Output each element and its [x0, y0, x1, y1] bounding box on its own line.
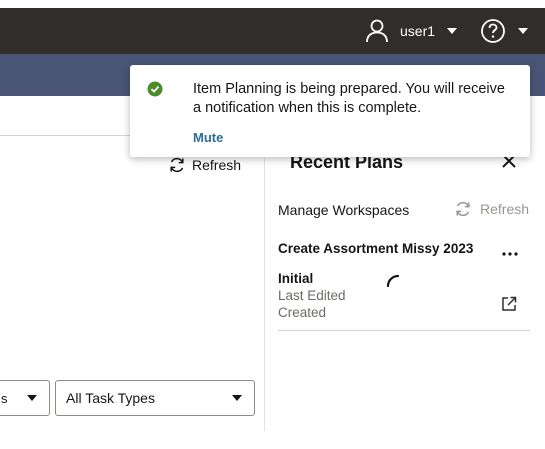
check-circle-icon [147, 81, 163, 97]
notification-toast: Item Planning is being prepared. You wil… [130, 65, 530, 157]
plan-status: Initial [278, 271, 314, 286]
top-bar: user1 [0, 8, 545, 54]
plan-last-edited-label: Last Edited [278, 288, 346, 303]
card-divider [278, 330, 530, 331]
chevron-down-icon [27, 395, 37, 401]
plan-created-label: Created [278, 305, 327, 320]
help-icon [481, 19, 505, 43]
panel-divider [264, 136, 265, 431]
user-name: user1 [400, 23, 436, 39]
chevron-down-icon [447, 28, 458, 34]
loading-spinner-icon [386, 274, 400, 288]
user-menu[interactable]: user1 [364, 16, 458, 46]
manage-workspaces-link[interactable]: Manage Workspaces [278, 202, 409, 218]
more-options-icon[interactable] [500, 246, 520, 260]
chevron-down-icon [232, 395, 242, 401]
refresh-label: Refresh [192, 157, 242, 173]
user-icon [366, 19, 388, 43]
panel-refresh-label: Refresh [480, 201, 530, 217]
chevron-down-icon [518, 28, 528, 34]
notification-message: Item Planning is being prepared. You wil… [193, 81, 505, 116]
mute-button[interactable]: Mute [193, 130, 223, 145]
refresh-icon [170, 157, 184, 173]
refresh-button[interactable]: Refresh [168, 156, 241, 174]
task-type-select[interactable]: All Task Types [55, 380, 255, 416]
panel-refresh-button[interactable]: Refresh [454, 200, 529, 218]
app-frame: user1 Refresh s All Task Types Recent Pl… [0, 0, 545, 449]
filter-select-value: s [1, 391, 8, 406]
plan-title[interactable]: Create Assortment Missy 2023 [278, 241, 473, 256]
refresh-icon [456, 201, 470, 217]
task-type-select-value: All Task Types [66, 390, 155, 406]
help-menu[interactable] [480, 16, 528, 46]
filter-select[interactable]: s [0, 380, 50, 416]
open-external-icon[interactable] [500, 295, 518, 313]
